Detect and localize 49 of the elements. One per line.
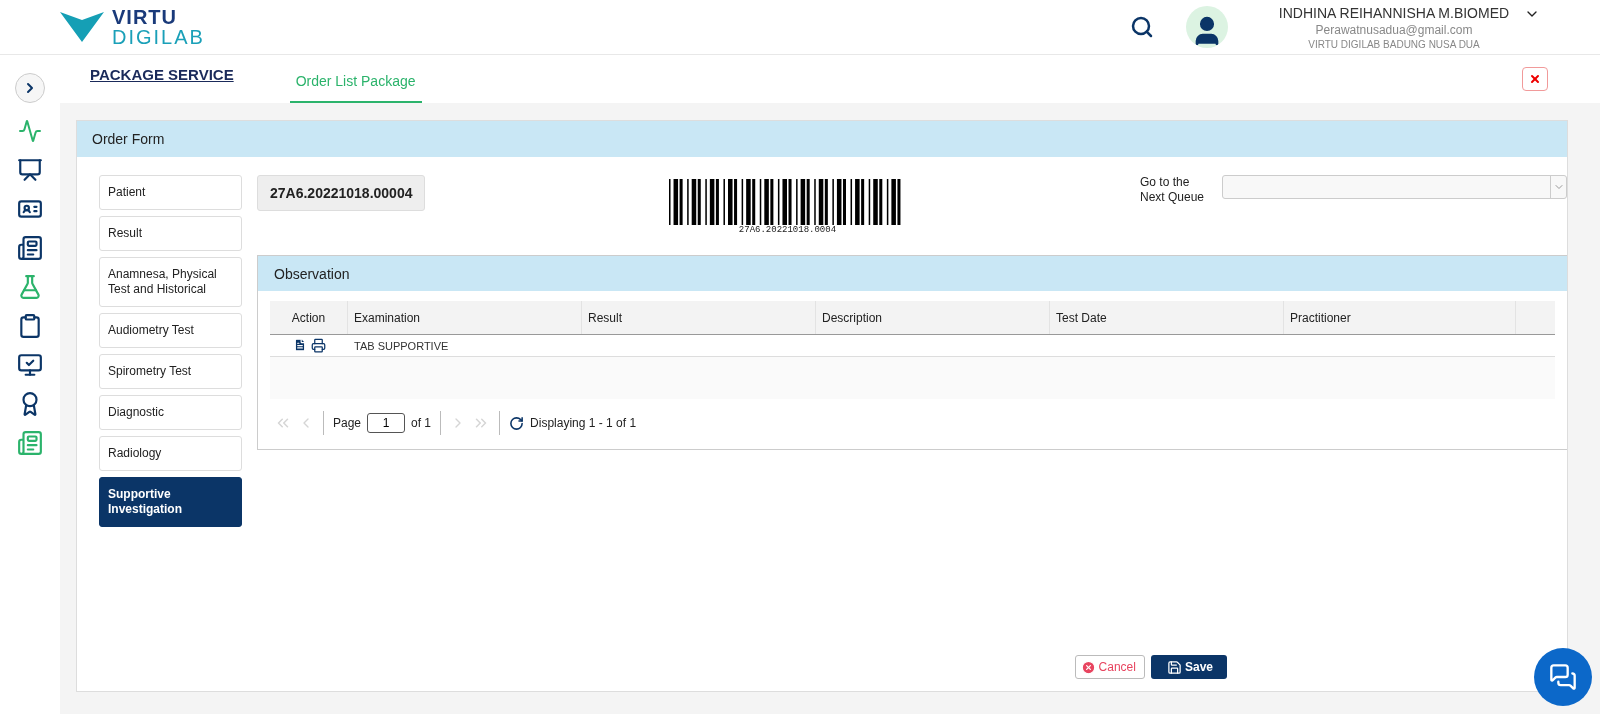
menu-item[interactable]: Audiometry Test [99,313,242,348]
menu-item[interactable]: Result [99,216,242,251]
chat-button[interactable] [1534,648,1592,706]
menu-item[interactable]: Supportive Investigation [99,477,242,527]
menu-item[interactable]: Patient [99,175,242,210]
logo-text: VIRTU [112,7,178,27]
user-name: INDHINA REIHANNISHA M.BIOMED [1278,4,1510,21]
document-icon[interactable] [292,338,307,352]
column-header: Description [816,301,1050,334]
avatar[interactable] [1186,6,1228,48]
column-header: Action [270,301,348,334]
print-icon[interactable] [310,338,326,353]
save-button[interactable]: Save [1150,655,1227,679]
column-header: Examination [348,301,582,334]
logo-icon [60,12,104,42]
table-cell-text: TAB SUPPORTIVE [353,339,450,352]
order-number: 27A6.20221018.00004 [257,175,426,211]
column-header: Test Date [1050,301,1284,334]
document-icon[interactable] [17,235,43,261]
chat-bubbles-icon [1549,663,1577,691]
refresh-icon[interactable] [509,415,525,431]
column-header: Practitioner [1284,301,1516,334]
page-input[interactable]: 1 [367,413,406,433]
column-header: Result [582,301,816,334]
user-location: VIRTU DIGILAB BADUNG NUSA DUA [1308,38,1480,50]
page-label: Page [333,416,362,430]
close-icon [1529,73,1541,85]
menu-item[interactable]: Anamnesa, Physical Test and Historical [99,257,242,307]
menu-item[interactable]: Diagnostic [99,395,242,430]
menu-item[interactable]: Radiology [99,436,242,471]
barcode-text: 27A6.20221018.0004 [738,225,837,235]
panel-title: Observation [258,256,1567,291]
queue-label: Go to the Next Queue [1140,175,1206,205]
chart-board-icon[interactable] [17,157,43,183]
page-title: PACKAGE SERVICE [90,66,234,83]
close-button[interactable] [1522,67,1548,91]
page-count: of 1 [411,416,432,430]
user-email: Perawatnusadua@gmail.com [1315,22,1473,37]
logo-text: DIGILAB [112,27,205,47]
displaying-text: Displaying 1 - 1 of 1 [530,416,637,430]
cancel-button[interactable]: Cancel [1074,655,1145,679]
close-circle-icon [1080,659,1096,675]
search-icon[interactable] [1130,15,1154,39]
clipboard-icon[interactable] [17,313,43,339]
card-title: Order Form [77,121,1567,157]
expand-sidebar-button[interactable] [15,73,45,103]
menu-item[interactable]: Spirometry Test [99,354,242,389]
flask-icon[interactable] [17,274,43,300]
monitor-icon[interactable] [17,352,43,378]
